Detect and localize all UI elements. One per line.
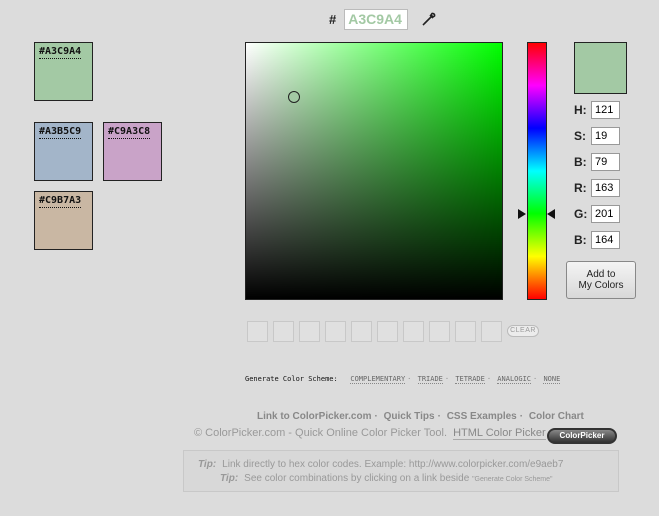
swatch-hex-label[interactable]: #A3B5C9 [39, 126, 82, 139]
scheme-complementary-link[interactable]: COMPLEMENTARY [350, 375, 406, 384]
hue-field: H: [574, 101, 620, 119]
colorpicker-badge[interactable]: ColorPicker [547, 428, 617, 444]
scheme-analogic-link[interactable]: ANALOGIC [497, 375, 532, 384]
blue-input[interactable] [591, 231, 620, 249]
color-slot[interactable] [325, 321, 346, 342]
add-button-line2: My Colors [578, 280, 624, 291]
saved-swatch[interactable]: #C9A3C8 [103, 122, 162, 181]
credit-text: © ColorPicker.com - Quick Online Color P… [194, 427, 448, 439]
tip-label: Tip: [198, 459, 217, 470]
hue-arrow-right-icon[interactable] [547, 209, 555, 219]
add-button-line1: Add to [586, 269, 616, 280]
scheme-tetrade-link[interactable]: TETRADE [455, 375, 485, 384]
color-chart-link[interactable]: Color Chart [529, 411, 584, 422]
green-input[interactable] [591, 205, 620, 223]
green-label: G: [574, 207, 588, 221]
quick-tips-link[interactable]: Quick Tips [384, 411, 435, 422]
saved-swatch[interactable]: #A3C9A4 [34, 42, 93, 101]
green-field: G: [574, 205, 620, 223]
tip-text: Link directly to hex color codes. Exampl… [222, 459, 564, 470]
brightness-field: B: [574, 153, 620, 171]
hue-slider[interactable] [527, 42, 547, 300]
red-input[interactable] [591, 179, 620, 197]
brightness-input[interactable] [591, 153, 620, 171]
color-slot[interactable] [351, 321, 372, 342]
hex-input[interactable] [344, 8, 409, 30]
saturation-field: S: [574, 127, 620, 145]
scheme-triade-link[interactable]: TRIADE [417, 375, 443, 384]
tip-small-text: "Generate Color Scheme" [472, 476, 553, 483]
css-examples-link[interactable]: CSS Examples [447, 411, 517, 422]
color-slot[interactable] [273, 321, 294, 342]
color-scheme-selector: Generate Color Scheme: COMPLEMENTARY · TR… [245, 375, 561, 384]
saved-swatch[interactable]: #A3B5C9 [34, 122, 93, 181]
clear-button[interactable]: CLEAR [507, 325, 539, 337]
footer-links: Link to ColorPicker.com · Quick Tips · CSS… [257, 411, 584, 422]
scheme-none-link[interactable]: NONE [543, 375, 561, 384]
scheme-label: Generate Color Scheme: [245, 375, 338, 383]
hue-arrow-left-icon[interactable] [518, 209, 526, 219]
credit-line: © ColorPicker.com - Quick Online Color P… [194, 427, 546, 440]
hue-input[interactable] [591, 101, 620, 119]
color-slot[interactable] [299, 321, 320, 342]
color-slot[interactable] [377, 321, 398, 342]
saturation-label: S: [574, 129, 586, 143]
color-slot[interactable] [481, 321, 502, 342]
swatch-hex-label[interactable]: #A3C9A4 [39, 46, 82, 59]
saturation-brightness-field[interactable] [245, 42, 503, 300]
blue-field: B: [574, 231, 620, 249]
swatch-hex-label[interactable]: #C9B7A3 [39, 195, 82, 208]
color-preview [574, 42, 627, 94]
color-slot[interactable] [403, 321, 424, 342]
hue-label: H: [574, 103, 587, 117]
link-to-colorpicker[interactable]: Link to ColorPicker.com [257, 411, 371, 422]
tip-text: See color combinations by clicking on a … [244, 473, 473, 484]
eyedropper-icon[interactable] [421, 11, 437, 27]
saturation-input[interactable] [591, 127, 620, 145]
brightness-label: B: [574, 155, 587, 169]
tip-line: Tip: See color combinations by clicking o… [220, 473, 553, 484]
tips-box: Tip: Link directly to hex color codes. Ex… [183, 450, 619, 492]
sv-cursor[interactable] [288, 91, 300, 103]
red-field: R: [574, 179, 620, 197]
tip-line: Tip: Link directly to hex color codes. Ex… [198, 459, 563, 470]
red-label: R: [574, 181, 587, 195]
color-slot[interactable] [429, 321, 450, 342]
html-color-picker-link[interactable]: HTML Color Picker [453, 427, 546, 440]
add-to-my-colors-button[interactable]: Add to My Colors [566, 261, 636, 299]
saved-swatch[interactable]: #C9B7A3 [34, 191, 93, 250]
color-slot[interactable] [247, 321, 268, 342]
hex-row: # [329, 8, 437, 30]
blue-label: B: [574, 233, 587, 247]
swatch-hex-label[interactable]: #C9A3C8 [108, 126, 151, 139]
tip-label: Tip: [220, 473, 239, 484]
hash-label: # [329, 11, 337, 27]
color-slot[interactable] [455, 321, 476, 342]
